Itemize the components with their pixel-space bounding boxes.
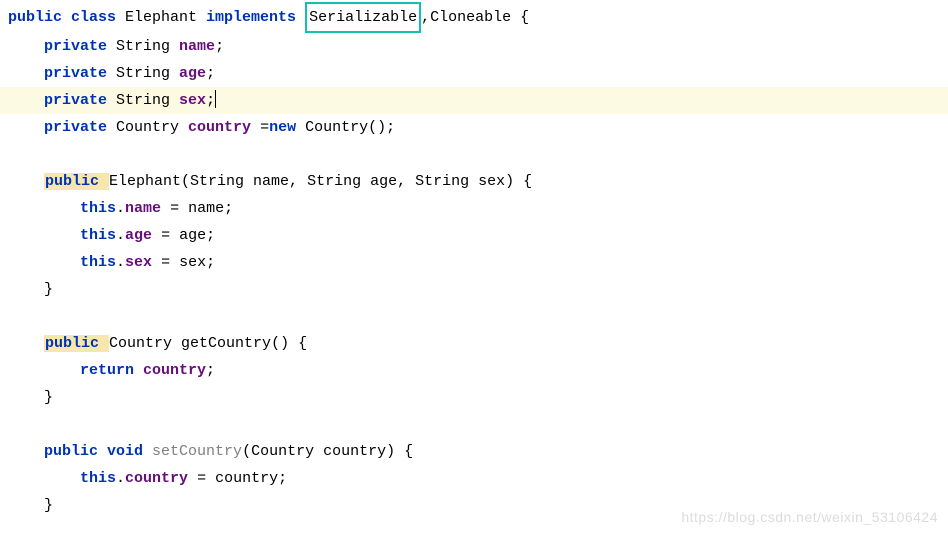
- code-line-assign-sex[interactable]: this.sex = sex;: [0, 249, 948, 276]
- brace-open: {: [520, 9, 529, 26]
- dot: .: [116, 200, 125, 217]
- indent: [8, 227, 80, 244]
- indent: [8, 335, 44, 352]
- field-ref-country: country: [143, 362, 206, 379]
- indent: [8, 497, 44, 514]
- indent: [8, 443, 44, 460]
- keyword-private: private: [44, 92, 116, 109]
- keyword-private: private: [44, 38, 116, 55]
- keyword-this: this: [80, 200, 116, 217]
- keyword-this: this: [80, 470, 116, 487]
- type-string: String: [116, 65, 179, 82]
- field-age: age: [179, 65, 206, 82]
- brace-close: }: [44, 497, 53, 514]
- blank-line[interactable]: [0, 303, 948, 330]
- field-ref-sex: sex: [125, 254, 152, 271]
- code-line-field-country[interactable]: private Country country =new Country();: [0, 114, 948, 141]
- keyword-public-highlight: public: [44, 335, 109, 352]
- indent: [8, 254, 80, 271]
- class-name: Elephant: [125, 9, 206, 26]
- keyword-public: public: [8, 9, 71, 26]
- dot: .: [116, 470, 125, 487]
- keyword-class: class: [71, 9, 125, 26]
- indent: [8, 362, 80, 379]
- semicolon: ;: [206, 92, 215, 109]
- text-cursor: [215, 90, 216, 108]
- code-line-class-decl[interactable]: public class Elephant implements Seriali…: [0, 2, 948, 33]
- keyword-this: this: [80, 254, 116, 271]
- code-line-assign-age[interactable]: this.age = age;: [0, 222, 948, 249]
- assign-rest: = name;: [161, 200, 233, 217]
- field-country: country: [188, 119, 251, 136]
- assign-rest: = sex;: [152, 254, 215, 271]
- keyword-void: void: [107, 443, 152, 460]
- code-line-field-name[interactable]: private String name;: [0, 33, 948, 60]
- assign-rest: = country;: [188, 470, 287, 487]
- type-string: String: [116, 92, 179, 109]
- equals: =: [251, 119, 269, 136]
- code-line-brace-close[interactable]: }: [0, 276, 948, 303]
- comma: ,: [421, 9, 430, 26]
- semicolon: ;: [215, 38, 224, 55]
- code-line-assign-country[interactable]: this.country = country;: [0, 465, 948, 492]
- brace-close: }: [44, 389, 53, 406]
- type-string: String: [116, 38, 179, 55]
- watermark-text: https://blog.csdn.net/weixin_53106424: [681, 504, 938, 531]
- blank-line[interactable]: [0, 141, 948, 168]
- indent: [8, 281, 44, 298]
- indent: [8, 119, 44, 136]
- indent: [8, 92, 44, 109]
- code-line-get-country[interactable]: public Country getCountry() {: [0, 330, 948, 357]
- code-line-set-country[interactable]: public void setCountry(Country country) …: [0, 438, 948, 465]
- code-line-field-sex-current[interactable]: private String sex;: [0, 87, 948, 114]
- method-name-getcountry: getCountry: [181, 335, 271, 352]
- blank-line[interactable]: [0, 411, 948, 438]
- field-sex: sex: [179, 92, 206, 109]
- code-line-assign-name[interactable]: this.name = name;: [0, 195, 948, 222]
- field-ref-country: country: [125, 470, 188, 487]
- type-country: Country: [116, 119, 188, 136]
- code-line-field-age[interactable]: private String age;: [0, 60, 948, 87]
- keyword-private: private: [44, 119, 116, 136]
- parens-brace: () {: [271, 335, 307, 352]
- assign-rest: = age;: [152, 227, 215, 244]
- field-name: name: [179, 38, 215, 55]
- code-line-return-country[interactable]: return country;: [0, 357, 948, 384]
- indent: [8, 389, 44, 406]
- dot: .: [116, 227, 125, 244]
- semicolon: ;: [206, 65, 215, 82]
- params-brace: (Country country) {: [242, 443, 413, 460]
- space: [296, 9, 305, 26]
- keyword-public: public: [44, 443, 107, 460]
- keyword-private: private: [44, 65, 116, 82]
- field-ref-name: name: [125, 200, 161, 217]
- interface-serializable: Serializable: [309, 9, 417, 26]
- field-ref-age: age: [125, 227, 152, 244]
- indent: [8, 65, 44, 82]
- indent: [8, 470, 80, 487]
- indent: [8, 200, 80, 217]
- return-type: Country: [109, 335, 181, 352]
- keyword-return: return: [80, 362, 143, 379]
- code-line-constructor[interactable]: public Elephant(String name, String age,…: [0, 168, 948, 195]
- indent: [8, 38, 44, 55]
- interface-cloneable: Cloneable: [430, 9, 520, 26]
- dot: .: [116, 254, 125, 271]
- keyword-this: this: [80, 227, 116, 244]
- highlighted-interface-box[interactable]: Serializable: [305, 2, 421, 33]
- constructor-call: Country();: [305, 119, 395, 136]
- brace-close: }: [44, 281, 53, 298]
- keyword-implements: implements: [206, 9, 296, 26]
- constructor-sig: Elephant(String name, String age, String…: [109, 173, 532, 190]
- code-line-brace-close[interactable]: }: [0, 384, 948, 411]
- semicolon: ;: [206, 362, 215, 379]
- keyword-public-highlight: public: [44, 173, 109, 190]
- method-name-setcountry: setCountry: [152, 443, 242, 460]
- keyword-new: new: [269, 119, 305, 136]
- indent: [8, 173, 44, 190]
